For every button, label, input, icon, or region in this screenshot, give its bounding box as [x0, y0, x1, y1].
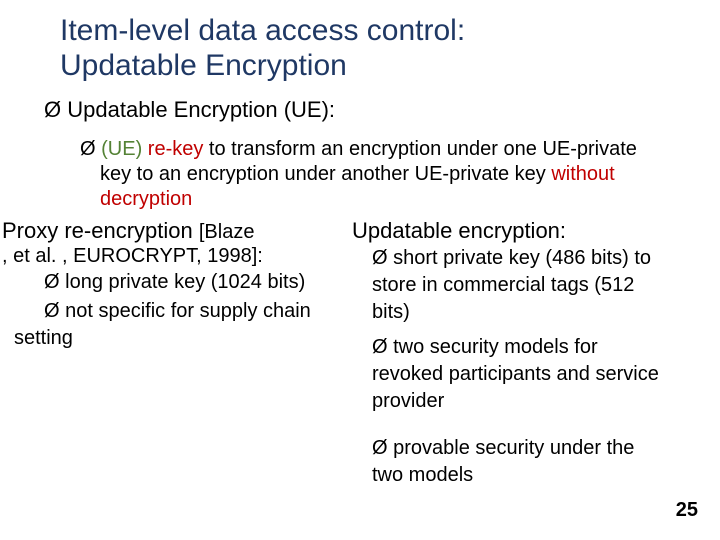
ue-item-3: Ø provable security under the [360, 434, 682, 463]
ue-item-1: Ø short private key (486 bits) to [360, 244, 682, 273]
bullet-arrow-icon: Ø [80, 138, 96, 160]
two-column-region: Proxy re-encryption [Blaze , et al. , EU… [32, 218, 688, 490]
proxy-heading: Proxy re-encryption [Blaze [2, 218, 354, 244]
proxy-head-b: [Blaze [199, 221, 255, 243]
ue-item-3b: two models [360, 463, 682, 490]
ue-item-2a: two security models for [393, 336, 598, 358]
ue-item-1b: store in commercial tags (512 [360, 273, 682, 300]
ue-detail: Ø (UE) re-key to transform an encryption… [32, 131, 688, 216]
proxy-item-1-text: long private key (1024 bits) [65, 271, 305, 293]
title-line-2: Updatable Encryption [60, 49, 347, 82]
slide-title: Item-level data access control: Updatabl… [32, 14, 688, 91]
updatable-heading: Updatable encryption: [352, 218, 682, 244]
proxy-item-2b: setting [2, 326, 354, 353]
ue-item-3a: provable security under the [393, 437, 634, 459]
ue-item-1a: short private key (486 bits) to [393, 247, 651, 269]
right-column: Updatable encryption: Ø short private ke… [360, 218, 688, 490]
ue-heading: Updatable Encryption (UE): [67, 97, 335, 122]
page-number: 25 [676, 499, 698, 522]
ue-item-2c: provider [360, 389, 682, 416]
bullet-arrow-icon: Ø [372, 437, 388, 459]
bullet-arrow-icon: Ø [44, 271, 60, 293]
proxy-item-2a: not specific for supply chain [65, 300, 311, 322]
bullet-arrow-icon: Ø [44, 300, 60, 322]
ue-lead: (UE) [101, 138, 142, 160]
bullet-arrow-icon: Ø [372, 247, 388, 269]
proxy-item-1: Ø long private key (1024 bits) [32, 268, 354, 297]
title-line-1: Item-level data access control: [60, 14, 465, 47]
ue-heading-line: Ø Updatable Encryption (UE): [44, 91, 688, 131]
proxy-head-a: Proxy re-encryption [2, 218, 199, 243]
proxy-item-2: Ø not specific for supply chain [32, 297, 354, 326]
bullet-arrow-icon: Ø [44, 97, 61, 122]
slide: Item-level data access control: Updatabl… [0, 0, 720, 540]
ue-item-1c: bits) [360, 300, 682, 327]
bullet-arrow-icon: Ø [372, 336, 388, 358]
left-column: Proxy re-encryption [Blaze , et al. , EU… [32, 218, 360, 490]
ue-item-2b: revoked participants and service [360, 362, 682, 389]
ue-rekey: re-key [142, 138, 203, 160]
proxy-heading-cite: , et al. , EUROCRYPT, 1998]: [2, 244, 354, 268]
ue-item-2: Ø two security models for [360, 333, 682, 362]
